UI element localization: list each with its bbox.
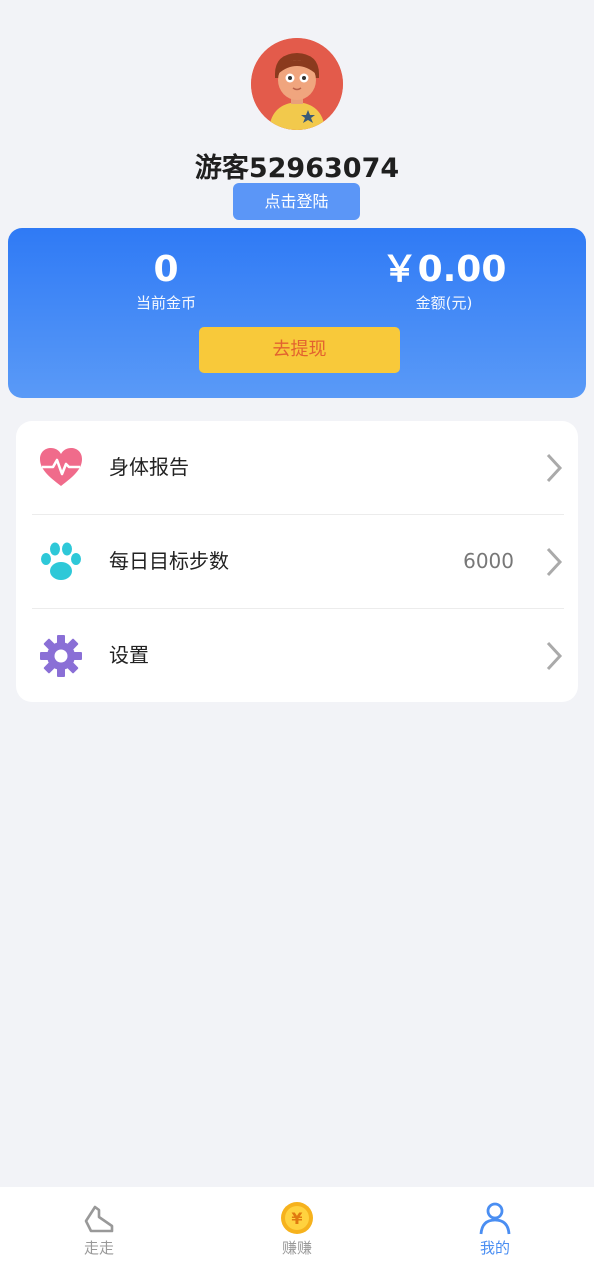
coin-icon: ¥ bbox=[281, 1202, 313, 1234]
nav-tab-walk[interactable]: 走走 bbox=[39, 1201, 159, 1259]
login-button[interactable]: 点击登陆 bbox=[233, 183, 360, 220]
menu-item-label: 每日目标步数 bbox=[109, 549, 229, 573]
heart-rate-icon bbox=[40, 448, 82, 486]
nav-tab-earn[interactable]: ¥ 赚赚 bbox=[237, 1201, 357, 1259]
menu-item-body-report[interactable]: 身体报告 bbox=[16, 421, 578, 514]
menu-item-label: 设置 bbox=[109, 643, 149, 667]
nav-label: 赚赚 bbox=[281, 1239, 312, 1257]
nav-label: 走走 bbox=[83, 1239, 114, 1257]
menu-item-label: 身体报告 bbox=[109, 455, 189, 479]
daily-steps-value: 6000 bbox=[463, 549, 514, 573]
svg-text:¥: ¥ bbox=[291, 1209, 302, 1228]
nav-label: 我的 bbox=[479, 1239, 510, 1257]
amount-label: 金额(元) bbox=[415, 294, 473, 312]
menu-item-daily-steps[interactable]: 每日目标步数 6000 bbox=[16, 515, 578, 608]
paw-icon bbox=[41, 542, 81, 580]
menu-item-settings[interactable]: 设置 bbox=[16, 609, 578, 702]
balance-card: 0 当前金币 ￥0.00 金额(元) 去提现 bbox=[8, 228, 586, 398]
username: 游客52963074 bbox=[194, 153, 400, 184]
user-icon bbox=[479, 1202, 511, 1235]
avatar[interactable] bbox=[251, 38, 343, 130]
profile-page: 游客52963074 点击登陆 0 当前金币 ￥0.00 金额(元) 去提现 身… bbox=[0, 0, 594, 1280]
chevron-right-icon bbox=[546, 453, 563, 483]
chevron-right-icon bbox=[546, 641, 563, 671]
gear-icon bbox=[40, 635, 82, 677]
withdraw-button[interactable]: 去提现 bbox=[199, 327, 400, 373]
coins-stat: 0 当前金币 bbox=[66, 248, 266, 314]
coins-label: 当前金币 bbox=[135, 294, 196, 312]
nav-tab-mine[interactable]: 我的 bbox=[435, 1201, 555, 1259]
bottom-nav: 走走 ¥ 赚赚 我的 bbox=[0, 1187, 594, 1280]
coins-value: 0 bbox=[153, 249, 179, 290]
chevron-right-icon bbox=[546, 547, 563, 577]
amount-stat: ￥0.00 金额(元) bbox=[344, 248, 544, 314]
shoe-icon bbox=[84, 1205, 114, 1233]
settings-menu: 身体报告 每日目标步数 6000 设置 bbox=[16, 421, 578, 702]
amount-value: ￥0.00 bbox=[381, 249, 507, 290]
avatar-illustration bbox=[251, 38, 343, 130]
